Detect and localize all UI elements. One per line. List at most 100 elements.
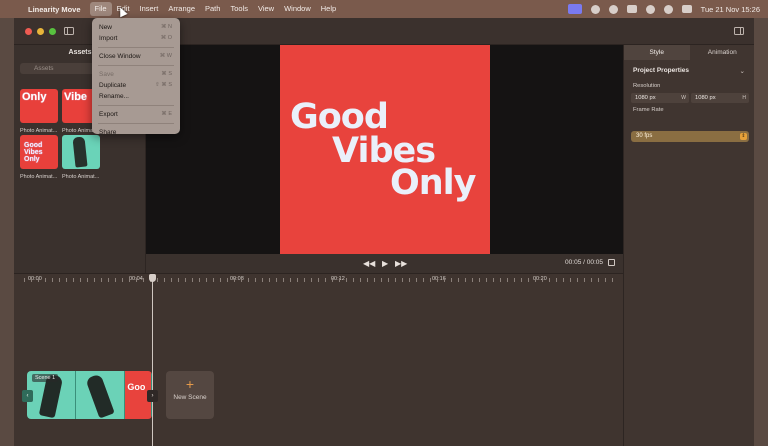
ruler-tick	[535, 278, 536, 282]
ruler-tick	[66, 278, 67, 282]
menu-item-import[interactable]: Import ⌘ O	[92, 33, 180, 44]
frame-rate-label: Frame Rate	[633, 107, 664, 113]
minimize-window-button[interactable]	[37, 28, 44, 35]
asset-caption: Photo Animat...	[20, 128, 58, 134]
ruler-tick	[395, 278, 396, 282]
ruler-tick	[591, 278, 592, 282]
play-button[interactable]: ▶	[382, 259, 388, 268]
ruler-tick	[346, 278, 347, 282]
tab-animation[interactable]: Animation	[690, 45, 756, 60]
screen-mirroring-icon[interactable]	[567, 4, 582, 14]
resolution-label: Resolution	[633, 83, 661, 89]
canvas-stage[interactable]: Good Vibes Only	[146, 45, 623, 254]
rewind-button[interactable]: ◀◀	[363, 259, 375, 268]
menu-item-close-window[interactable]: Close Window ⌘ W	[92, 51, 180, 62]
menu-item-new-shortcut: ⌘ N	[161, 24, 172, 30]
ruler-tick	[493, 278, 494, 282]
ruler-tick	[465, 278, 466, 282]
ruler-tick	[129, 278, 130, 282]
ruler-tick	[451, 278, 452, 282]
ruler-tick	[304, 278, 305, 282]
height-field[interactable]: 1080 px H	[691, 93, 749, 103]
menu-bar-clock[interactable]: Tue 21 Nov 15:26	[701, 5, 760, 14]
ruler-tick	[38, 278, 39, 282]
asset-item[interactable]: Only Photo Animat...	[20, 89, 58, 134]
ruler-tick	[367, 278, 368, 282]
fullscreen-icon[interactable]	[608, 259, 615, 266]
inspector-toggle-icon[interactable]	[734, 27, 744, 35]
zoom-window-button[interactable]	[49, 28, 56, 35]
menu-item-rename[interactable]: Rename...	[92, 91, 180, 102]
menu-item-export[interactable]: Export ⌘ E	[92, 109, 180, 120]
asset-item[interactable]: Photo Animat...	[62, 135, 100, 180]
battery-icon[interactable]	[626, 5, 637, 13]
menu-path[interactable]: Path	[200, 2, 225, 16]
asset-thumbnail	[62, 135, 100, 169]
ruler-tick	[521, 278, 522, 282]
timeline[interactable]: 00:0000:0400:0800:1200:1600:20 Goo Scene…	[14, 273, 623, 446]
ruler-tick	[178, 278, 179, 282]
menu-item-duplicate[interactable]: Duplicate ⇧ ⌘ S	[92, 80, 180, 91]
menu-bar: Linearity Move File Edit Insert Arrange …	[0, 0, 768, 18]
artboard[interactable]: Good Vibes Only	[280, 45, 490, 254]
fast-forward-button[interactable]: ▶▶	[395, 259, 407, 268]
width-field[interactable]: 1080 px W	[631, 93, 689, 103]
ruler-tick	[577, 278, 578, 282]
plus-icon: +	[185, 376, 195, 392]
ruler-tick	[157, 278, 158, 282]
artboard-text-only[interactable]: Only	[390, 163, 476, 203]
menu-insert[interactable]: Insert	[135, 2, 164, 16]
menu-separator	[98, 47, 174, 48]
ruler-tick	[283, 278, 284, 282]
file-menu-dropdown: New ⌘ N Import ⌘ O Close Window ⌘ W Save…	[92, 18, 180, 136]
ruler-tick	[437, 278, 438, 282]
clip-frame-text: Goo	[127, 382, 146, 392]
extension-icon[interactable]	[608, 4, 618, 14]
menu-separator	[98, 123, 174, 124]
asset-item[interactable]: Good Vibes Only Photo Animat...	[20, 135, 58, 180]
control-center-icon[interactable]	[681, 5, 692, 13]
height-unit: H	[742, 95, 746, 101]
playhead-handle[interactable]	[149, 274, 156, 282]
ruler-tick	[339, 278, 340, 282]
menu-item-share-label: Share	[99, 129, 117, 136]
clip-frame	[76, 371, 126, 419]
menu-tools[interactable]: Tools	[225, 2, 253, 16]
menu-arrange[interactable]: Arrange	[163, 2, 200, 16]
menu-window[interactable]: Window	[279, 2, 316, 16]
tab-style[interactable]: Style	[624, 45, 690, 60]
new-scene-button[interactable]: + New Scene	[166, 371, 214, 419]
menu-item-export-shortcut: ⌘ E	[161, 111, 172, 117]
inspector-tabs: Style Animation	[624, 45, 755, 60]
ruler-tick	[94, 278, 95, 282]
menu-item-share[interactable]: Share	[92, 127, 180, 138]
menu-item-duplicate-label: Duplicate	[99, 82, 127, 89]
inspector-panel: Style Animation Project Properties ⌄ Res…	[623, 45, 754, 446]
app-name-menu[interactable]: Linearity Move	[28, 5, 81, 14]
menu-view[interactable]: View	[253, 2, 279, 16]
clip-right-handle[interactable]: ›	[147, 390, 158, 402]
ruler-tick	[24, 278, 25, 282]
settings-gear-icon[interactable]	[590, 4, 600, 14]
spotlight-search-icon[interactable]	[663, 4, 673, 14]
wifi-icon[interactable]	[645, 4, 655, 14]
menu-file[interactable]: File	[89, 2, 112, 16]
menu-item-new[interactable]: New ⌘ N	[92, 22, 180, 33]
frame-rate-select[interactable]: 30 fps ⇕	[631, 131, 749, 142]
menu-help[interactable]: Help	[316, 2, 341, 16]
playhead-line[interactable]	[152, 274, 153, 446]
ruler-tick	[108, 278, 109, 282]
status-area: Tue 21 Nov 15:26	[567, 0, 760, 18]
timeline-ruler[interactable]: 00:0000:0400:0800:1200:1600:20	[24, 274, 619, 286]
ruler-tick	[423, 278, 424, 282]
clip-left-handle[interactable]: ‹	[22, 390, 33, 402]
sidebar-toggle-icon[interactable]	[64, 27, 74, 35]
asset-caption: Photo Animat...	[62, 174, 100, 180]
stepper-icon: ⇕	[740, 133, 747, 140]
close-window-button[interactable]	[25, 28, 32, 35]
width-unit: W	[681, 95, 686, 101]
chevron-down-icon[interactable]: ⌄	[740, 67, 745, 75]
ruler-tick	[584, 278, 585, 282]
ruler-tick	[360, 278, 361, 282]
ruler-tick	[143, 278, 144, 282]
